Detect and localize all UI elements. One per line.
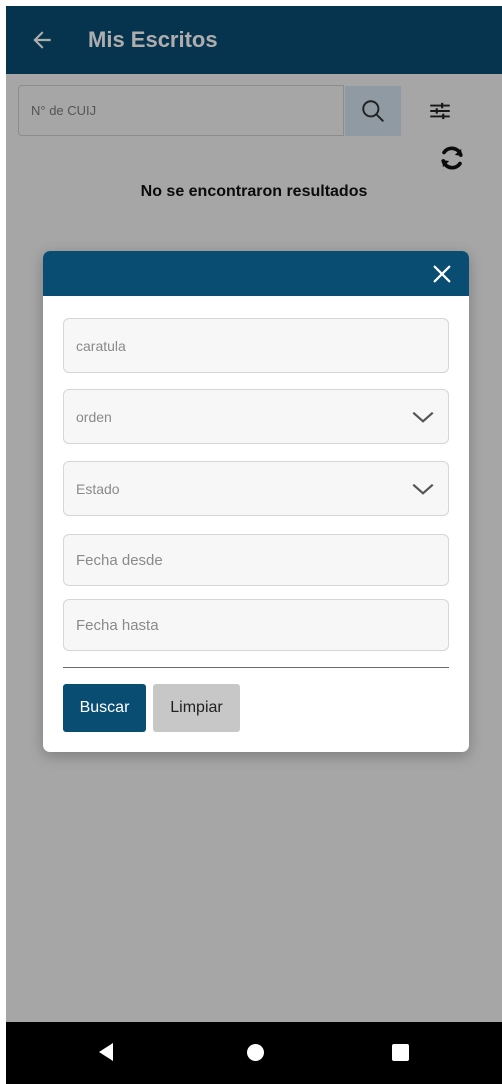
screen: Mis Escritos No s xyxy=(6,6,502,1084)
filter-dialog: orden Estado Buscar Limpiar xyxy=(43,251,469,752)
close-icon xyxy=(433,265,451,283)
chevron-down-icon xyxy=(412,411,434,423)
limpiar-button[interactable]: Limpiar xyxy=(153,684,240,732)
divider xyxy=(63,667,449,668)
fecha-hasta-input[interactable] xyxy=(63,599,449,651)
orden-select[interactable]: orden xyxy=(63,389,449,444)
chevron-down-icon xyxy=(412,483,434,495)
fecha-desde-input[interactable] xyxy=(63,534,449,586)
estado-select-label: Estado xyxy=(76,480,120,497)
orden-select-label: orden xyxy=(76,408,112,425)
dialog-header xyxy=(43,251,469,296)
buscar-button[interactable]: Buscar xyxy=(63,684,146,732)
system-nav-bar xyxy=(6,1022,502,1084)
square-recents-icon[interactable] xyxy=(392,1044,409,1061)
circle-home-icon[interactable] xyxy=(247,1044,264,1061)
caratula-input[interactable] xyxy=(63,318,449,373)
estado-select[interactable]: Estado xyxy=(63,461,449,516)
close-button[interactable] xyxy=(427,259,457,289)
triangle-back-icon[interactable] xyxy=(99,1043,113,1061)
